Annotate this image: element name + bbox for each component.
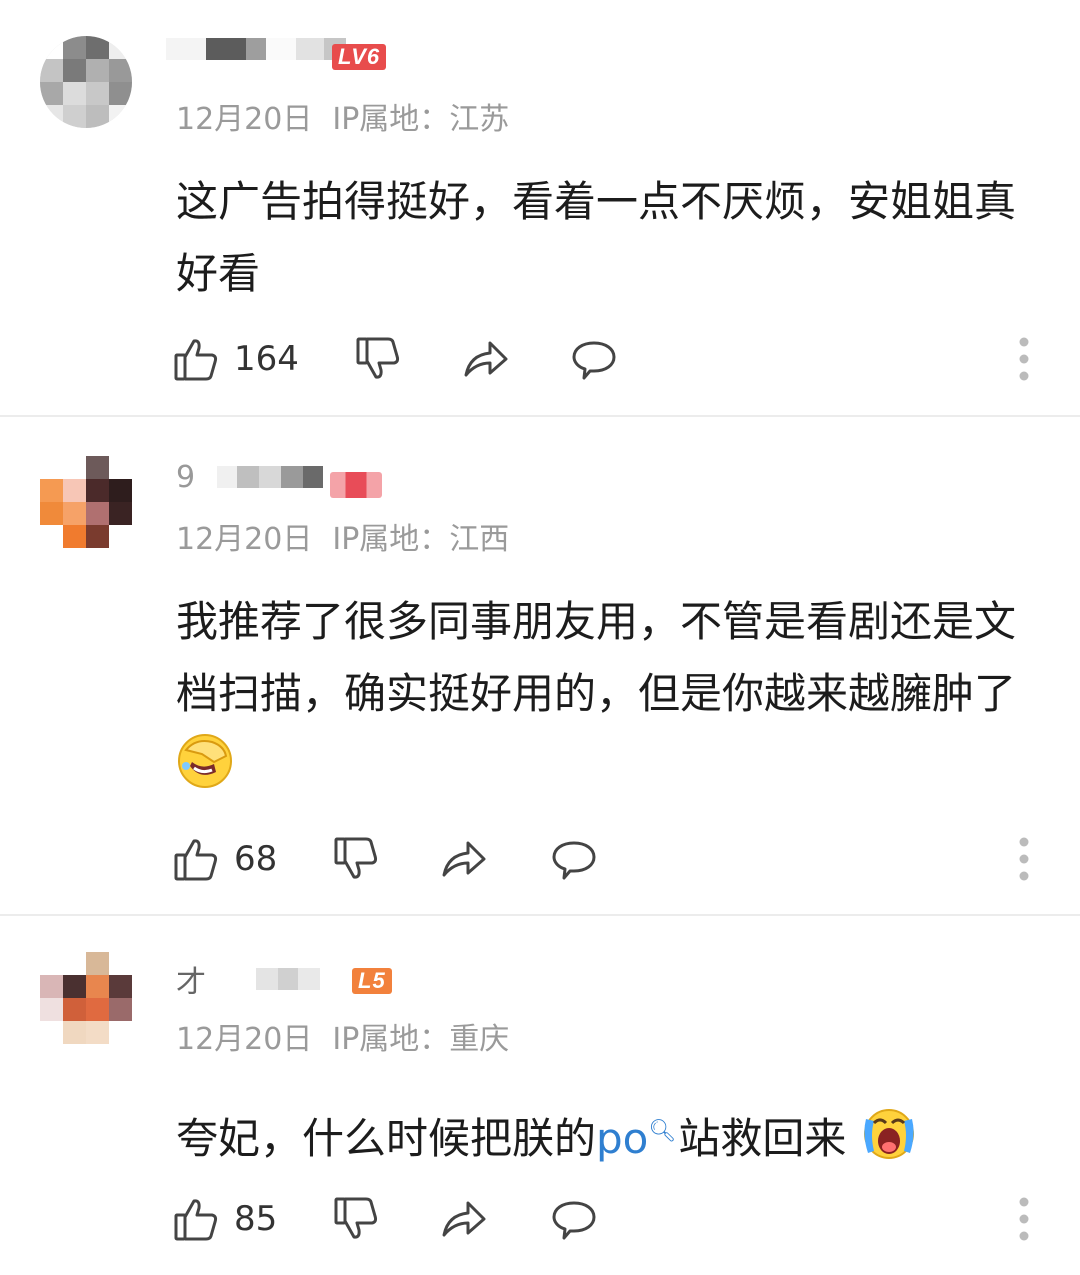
divider [0,415,1080,417]
comment-meta: 12月20日 IP属地：江苏 [176,94,509,138]
comment-date: 12月20日 [176,522,313,557]
avatar[interactable] [40,456,132,548]
like-count: 85 [234,1199,278,1239]
reply-button[interactable] [570,334,618,384]
comment-meta: 12月20日 IP属地：江西 [176,514,509,558]
like-button[interactable]: 68 [172,834,277,884]
level-badge [330,472,382,498]
ip-location: IP属地：重庆 [332,1022,510,1057]
thumbs-down-icon [334,1197,378,1239]
share-button[interactable] [462,334,510,384]
comment-date: 12月20日 [176,102,313,137]
comment-text-after: 站救回来 [678,1114,847,1163]
comment-text: 这广告拍得挺好，看着一点不厌烦，安姐姐真好看 [176,177,1017,298]
share-button[interactable] [440,834,488,884]
comment-actions: 68 [172,834,1052,884]
comment-bubble-icon [572,341,616,380]
share-arrow-icon [464,341,508,377]
comment-actions: 164 [172,334,1052,384]
comment-3: 才 L5 12月20日 IP属地：重庆 夸妃，什么时候把朕的po🔍︎站救回来 85 [0,916,1080,1275]
search-icon[interactable]: 🔍︎ [648,1119,676,1144]
username-blurred[interactable]: 9 [176,460,324,495]
laughing-covering-face-emoji [178,734,232,788]
comment-date: 12月20日 [176,1022,313,1057]
dislike-button[interactable] [332,1194,380,1244]
dislike-button[interactable] [332,834,380,884]
reply-button[interactable] [550,834,598,884]
search-link[interactable]: po🔍︎ [596,1114,678,1163]
like-count: 68 [234,839,278,879]
thumbs-down-icon [356,337,400,379]
thumbs-down-icon [334,837,378,879]
crying-face-emoji [863,1109,914,1159]
ip-location: IP属地：江西 [332,522,510,557]
thumbs-up-icon [174,339,218,381]
comment-actions: 85 [172,1194,1052,1244]
thumbs-up-icon [174,1199,218,1241]
comment-text: 夸妃，什么时候把朕的po🔍︎站救回来 [176,1096,1036,1175]
comment-text: 我推荐了很多同事朋友用，不管是看剧还是文档扫描，确实挺好用的，但是你越来越臃肿了 [176,586,1036,802]
comment-meta: 12月20日 IP属地：重庆 [176,1014,509,1058]
share-arrow-icon [442,1201,486,1237]
more-vertical-icon[interactable] [1018,836,1030,882]
like-button[interactable]: 85 [172,1194,277,1244]
like-button[interactable]: 164 [172,334,299,384]
avatar[interactable] [40,952,132,1044]
comment-2: 9 12月20日 IP属地：江西 我推荐了很多同事朋友用，不管是看剧还是文档扫描，… [0,418,1080,914]
search-link-text[interactable]: po [596,1114,648,1163]
comment-text-before: 夸妃，什么时候把朕的 [176,1114,597,1163]
more-vertical-icon[interactable] [1018,336,1030,382]
share-button[interactable] [440,1194,488,1244]
ip-location: IP属地：江苏 [332,102,510,137]
thumbs-up-icon [174,839,218,881]
level-badge: L5 [352,968,392,994]
username-blurred[interactable]: 才 [176,965,320,1000]
comment-1: LV6 12月20日 IP属地：江苏 这广告拍得挺好，看着一点不厌烦，安姐姐真好看… [0,0,1080,416]
level-badge: LV6 [332,44,387,70]
comment-bubble-icon [552,1201,596,1240]
share-arrow-icon [442,841,486,877]
comment-text-main: 我推荐了很多同事朋友用，不管是看剧还是文档扫描，确实挺好用的，但是你越来越臃肿了 [176,597,1017,718]
more-vertical-icon[interactable] [1018,1196,1030,1242]
username-blurred[interactable] [166,36,346,62]
reply-button[interactable] [550,1194,598,1244]
like-count: 164 [234,339,299,379]
avatar[interactable] [40,36,132,128]
dislike-button[interactable] [354,334,402,384]
comment-bubble-icon [552,841,596,880]
